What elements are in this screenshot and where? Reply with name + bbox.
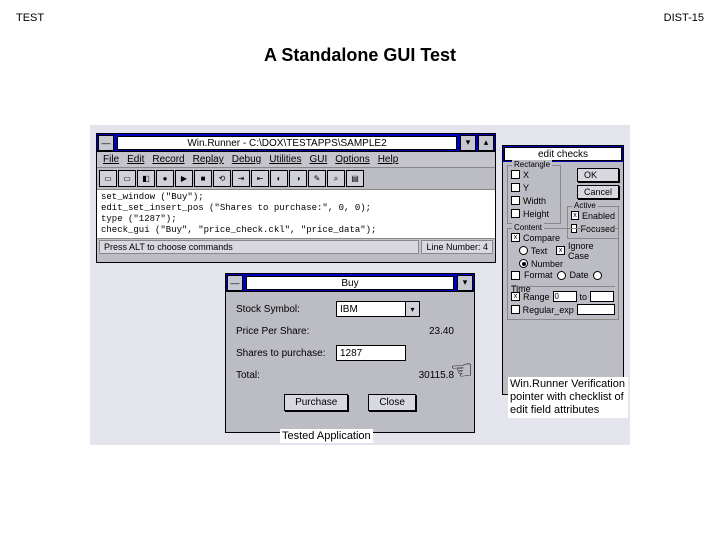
text-label: Text [531, 246, 548, 256]
screenshot-canvas: — Win.Runner - C:\DOX\TESTAPPS\SAMPLE2 ▾… [90, 125, 630, 445]
ok-button[interactable]: OK [577, 168, 619, 182]
menu-edit[interactable]: Edit [127, 154, 144, 165]
winrunner-toolbar: ▭ ▭ ◧ ● ▶ ■ ⟲ ⇥ ⇤ ◐ ◑ ✎ ⌕ ▤ [97, 168, 495, 190]
ignore-case-label: Ignore Case [568, 241, 615, 261]
number-radio[interactable] [519, 259, 528, 268]
format-label: Format [524, 270, 553, 280]
cancel-button[interactable]: Cancel [577, 185, 619, 199]
height-checkbox[interactable] [511, 209, 520, 218]
status-message: Press ALT to choose commands [99, 240, 419, 254]
toolbar-button[interactable]: ● [156, 170, 174, 187]
content-group-label: Content [512, 223, 544, 232]
text-radio[interactable] [519, 246, 528, 255]
toolbar-button[interactable]: ⇥ [232, 170, 250, 187]
date-label: Date [570, 270, 589, 280]
menu-file[interactable]: File [103, 154, 119, 165]
height-label: Height [523, 209, 549, 219]
status-line-number: Line Number: 4 [421, 240, 493, 254]
buy-titlebar: — Buy ▾ [226, 274, 474, 292]
purchase-button[interactable]: Purchase [284, 394, 348, 411]
width-checkbox[interactable] [511, 196, 520, 205]
pointer-hand-icon: ☜ [449, 354, 475, 387]
toolbar-button[interactable]: ▤ [346, 170, 364, 187]
y-label: Y [523, 183, 529, 193]
range-low-input[interactable]: 0 [553, 291, 577, 302]
shares-label: Shares to purchase: [236, 348, 336, 359]
total-label: Total: [236, 370, 336, 381]
toolbar-button[interactable]: ◐ [270, 170, 288, 187]
stock-symbol-input[interactable]: IBM [336, 301, 406, 317]
winrunner-statusbar: Press ALT to choose commands Line Number… [97, 238, 495, 254]
price-label: Price Per Share: [236, 326, 336, 337]
compare-label: Compare [523, 233, 560, 243]
x-label: X [523, 170, 529, 180]
format-checkbox[interactable] [511, 271, 520, 280]
range-to-label: to [580, 292, 588, 302]
page-header-right: DIST-15 [664, 12, 704, 24]
maximize-icon[interactable]: ▴ [478, 135, 494, 151]
system-menu-icon[interactable]: — [227, 275, 243, 291]
x-checkbox[interactable] [511, 170, 520, 179]
toolbar-button[interactable]: ⌕ [327, 170, 345, 187]
toolbar-button[interactable]: ✎ [308, 170, 326, 187]
range-high-input[interactable] [590, 291, 614, 302]
system-menu-icon[interactable]: — [98, 135, 114, 151]
edit-checks-window: edit checks OK Cancel Rectangle X Y Widt… [502, 145, 624, 395]
regex-label: Regular_exp [523, 305, 574, 315]
regex-checkbox[interactable] [511, 305, 520, 314]
toolbar-button[interactable]: ⇤ [251, 170, 269, 187]
toolbar-button[interactable]: ■ [194, 170, 212, 187]
winrunner-title-label: Win.Runner - C:\DOX\TESTAPPS\SAMPLE2 [117, 136, 457, 150]
buy-title-label: Buy [246, 276, 454, 290]
range-checkbox[interactable] [511, 292, 520, 301]
toolbar-button[interactable]: ⟲ [213, 170, 231, 187]
dropdown-icon[interactable]: ▾ [406, 301, 420, 317]
number-label: Number [531, 259, 563, 269]
y-checkbox[interactable] [511, 183, 520, 192]
edit-checks-title: edit checks [504, 147, 622, 161]
date-radio[interactable] [557, 271, 566, 280]
stock-symbol-label: Stock Symbol: [236, 304, 336, 315]
winrunner-script-editor[interactable]: set_window ("Buy"); edit_set_insert_pos … [97, 190, 495, 238]
menu-help[interactable]: Help [378, 154, 399, 165]
enabled-label: Enabled [582, 211, 615, 221]
compare-checkbox[interactable] [511, 233, 520, 242]
toolbar-button[interactable]: ▭ [99, 170, 117, 187]
shares-input[interactable]: 1287 [336, 345, 406, 361]
menu-debug[interactable]: Debug [232, 154, 261, 165]
page-title: A Standalone GUI Test [0, 45, 720, 66]
active-group-label: Active [572, 201, 598, 210]
minimize-icon[interactable]: ▾ [460, 135, 476, 151]
time-radio[interactable] [593, 271, 602, 280]
width-label: Width [523, 196, 546, 206]
range-label: Range [523, 292, 550, 302]
toolbar-button[interactable]: ▭ [118, 170, 136, 187]
page-header-left: TEST [16, 12, 44, 24]
menu-record[interactable]: Record [152, 154, 184, 165]
enabled-checkbox[interactable] [571, 211, 579, 220]
menu-options[interactable]: Options [335, 154, 369, 165]
ignore-case-checkbox[interactable] [556, 246, 565, 255]
verification-caption: Win.Runner Verification pointer with che… [508, 377, 628, 418]
regex-input[interactable] [577, 304, 615, 315]
buy-window: — Buy ▾ Stock Symbol: IBM ▾ Price Per Sh… [225, 273, 475, 433]
total-value: 30115.8 [336, 370, 464, 381]
menu-replay[interactable]: Replay [193, 154, 224, 165]
minimize-icon[interactable]: ▾ [457, 275, 473, 291]
winrunner-titlebar: — Win.Runner - C:\DOX\TESTAPPS\SAMPLE2 ▾… [97, 134, 495, 152]
winrunner-window: — Win.Runner - C:\DOX\TESTAPPS\SAMPLE2 ▾… [96, 133, 496, 263]
menu-gui[interactable]: GUI [309, 154, 327, 165]
rectangle-group-label: Rectangle [512, 160, 552, 169]
close-button[interactable]: Close [368, 394, 416, 411]
menu-utilities[interactable]: Utilities [269, 154, 301, 165]
toolbar-button[interactable]: ▶ [175, 170, 193, 187]
winrunner-menubar: File Edit Record Replay Debug Utilities … [97, 152, 495, 168]
tested-application-caption: Tested Application [280, 429, 373, 443]
toolbar-button[interactable]: ◧ [137, 170, 155, 187]
toolbar-button[interactable]: ◑ [289, 170, 307, 187]
price-value: 23.40 [336, 326, 464, 337]
